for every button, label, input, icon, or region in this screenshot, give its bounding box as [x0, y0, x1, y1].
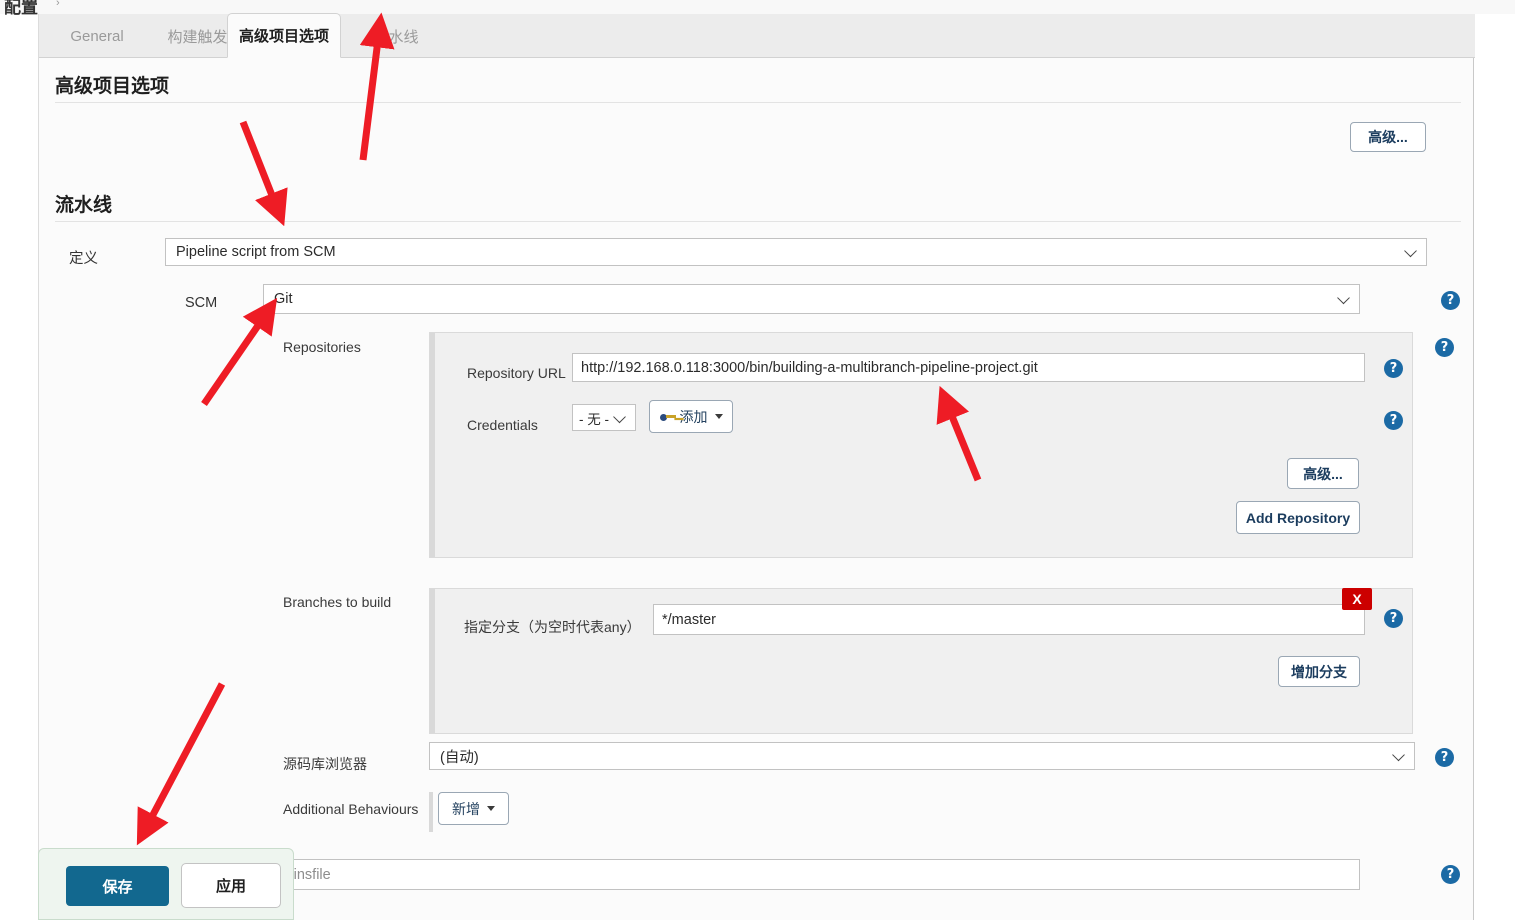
credentials-add-button[interactable]: 添加 [649, 400, 733, 433]
repo-browser-select[interactable]: (自动) [429, 742, 1415, 770]
advanced-options-rule [55, 102, 1461, 103]
breadcrumb-caret-icon: › [56, 0, 60, 9]
advanced-options-heading: 高级项目选项 [55, 76, 170, 97]
advanced-options-advanced-button[interactable]: 高级... [1350, 122, 1426, 152]
pipeline-heading: 流水线 [55, 195, 113, 216]
page-root: 配置 › General 构建触发器 高级项目选项 流水线 高级项目选项 高级.… [0, 0, 1515, 920]
repository-url-input[interactable]: http://192.168.0.118:3000/bin/building-a… [572, 353, 1365, 382]
add-branch-button[interactable]: 增加分支 [1278, 656, 1360, 687]
tab-pipeline[interactable]: 流水线 [355, 14, 437, 58]
config-tabbar: General 构建触发器 高级项目选项 流水线 [39, 13, 1475, 58]
branch-spec-input[interactable]: */master [653, 604, 1365, 635]
save-bar: 保存 应用 [38, 848, 294, 920]
repository-url-help-icon[interactable]: ? [1384, 359, 1403, 378]
repositories-help-icon[interactable]: ? [1435, 338, 1454, 357]
credentials-add-label: 添加 [679, 408, 708, 425]
config-panel: General 构建触发器 高级项目选项 流水线 高级项目选项 高级... 流水… [38, 13, 1475, 920]
tab-general[interactable]: General [53, 14, 141, 58]
definition-label: 定义 [69, 251, 98, 267]
add-repository-button[interactable]: Add Repository [1236, 501, 1360, 534]
credentials-label: Credentials [467, 417, 538, 433]
scm-select[interactable]: Git [263, 284, 1360, 314]
pipeline-rule [55, 221, 1461, 222]
script-path-help-icon[interactable]: ? [1441, 865, 1460, 884]
additional-behaviours-accent-bar [429, 792, 433, 832]
window-title: 配置 [4, 0, 38, 17]
scm-label: SCM [185, 295, 218, 311]
repo-browser-help-icon[interactable]: ? [1435, 748, 1454, 767]
apply-button[interactable]: 应用 [181, 863, 281, 908]
script-path-input[interactable]: Jenkinsfile [254, 859, 1360, 890]
branches-panel-accent-bar [430, 589, 435, 733]
repository-advanced-button[interactable]: 高级... [1287, 458, 1359, 489]
branch-spec-label: 指定分支（为空时代表any） [464, 619, 641, 635]
repositories-label: Repositories [283, 339, 361, 355]
definition-select[interactable]: Pipeline script from SCM [165, 238, 1427, 266]
credentials-select[interactable]: - 无 - [572, 404, 636, 431]
scm-help-icon[interactable]: ? [1441, 291, 1460, 310]
additional-behaviours-add-label: 新增 [452, 800, 480, 817]
repository-url-label: Repository URL [467, 365, 566, 381]
repo-browser-label: 源码库浏览器 [283, 756, 367, 772]
window-title-sliver: 配置 › [0, 0, 1515, 17]
save-button[interactable]: 保存 [66, 866, 169, 906]
credentials-help-icon[interactable]: ? [1384, 411, 1403, 430]
branch-spec-help-icon[interactable]: ? [1384, 609, 1403, 628]
repositories-panel-accent-bar [430, 333, 435, 557]
key-icon [659, 411, 677, 422]
additional-behaviours-label: Additional Behaviours [283, 801, 419, 817]
additional-behaviours-add-button[interactable]: 新增 [438, 792, 509, 825]
branches-to-build-label: Branches to build [283, 594, 392, 610]
tab-advanced-options[interactable]: 高级项目选项 [227, 13, 341, 58]
delete-branch-button[interactable]: X [1342, 588, 1372, 610]
